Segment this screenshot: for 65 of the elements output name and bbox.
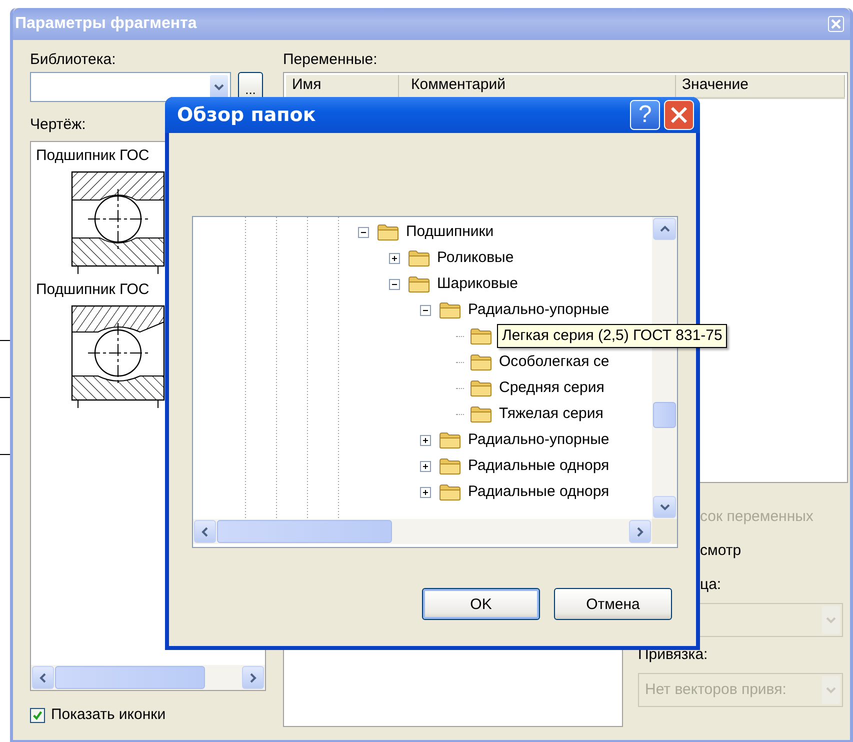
- expand-icon[interactable]: [420, 434, 430, 446]
- checkbox-label[interactable]: Показать иконки: [51, 705, 166, 725]
- folder-icon: [470, 354, 492, 370]
- folder-icon: [470, 328, 492, 344]
- chevron-left-icon: [38, 672, 48, 682]
- horizontal-scrollbar[interactable]: [193, 519, 652, 544]
- folder-icon: [408, 276, 430, 292]
- checkbox[interactable]: [30, 708, 45, 722]
- option-label: смотр: [700, 541, 742, 561]
- collapse-icon[interactable]: [358, 226, 368, 238]
- folder-icon: [470, 406, 492, 422]
- collapse-icon[interactable]: [420, 304, 430, 316]
- bearing-drawing[interactable]: [70, 304, 166, 408]
- expand-icon[interactable]: [388, 252, 400, 264]
- tree-item[interactable]: Радиально-упорные: [466, 300, 612, 320]
- option-label: ца:: [700, 575, 722, 595]
- folder-icon: [439, 302, 461, 318]
- chevron-right-icon: [635, 526, 645, 536]
- tree-item[interactable]: Роликовые: [435, 248, 516, 268]
- expand-icon[interactable]: [420, 460, 430, 472]
- variables-label: Переменные:: [283, 50, 378, 70]
- tree-item[interactable]: Легкая серия (2,5) ГОСТ 831-75: [497, 324, 728, 348]
- folder-icon: [377, 224, 399, 240]
- chevron-left-icon: [200, 526, 210, 536]
- chevron-right-icon: [248, 672, 258, 682]
- folder-icon: [408, 250, 430, 266]
- tree-item[interactable]: Подшипники: [404, 222, 496, 242]
- tree-item[interactable]: Особолегкая се: [497, 352, 612, 372]
- drawing-item[interactable]: Подшипник ГОС: [36, 280, 150, 300]
- folder-icon: [439, 432, 461, 448]
- scroll-up-button[interactable]: [653, 218, 676, 240]
- scrollbar-corner: [652, 519, 677, 544]
- tree-item[interactable]: Радиальные одноря: [466, 456, 612, 476]
- library-combo[interactable]: [30, 72, 231, 102]
- scroll-right-button[interactable]: [629, 520, 651, 543]
- window-title: Параметры фрагмента: [15, 15, 197, 33]
- tree-item[interactable]: Шариковые: [435, 274, 520, 294]
- expand-icon[interactable]: [420, 486, 430, 498]
- scrollbar-thumb[interactable]: [653, 402, 676, 428]
- folder-icon: [439, 458, 461, 474]
- folder-icon: [470, 380, 492, 396]
- scroll-left-button[interactable]: [194, 520, 216, 543]
- scroll-down-button[interactable]: [653, 496, 676, 518]
- tree-item[interactable]: Тяжелая серия: [497, 404, 606, 424]
- drawing-item[interactable]: Подшипник ГОС: [36, 146, 150, 166]
- cancel-button[interactable]: Отмена: [554, 588, 672, 620]
- library-label: Библиотека:: [30, 50, 116, 70]
- dialog-title: Обзор папок: [177, 104, 316, 126]
- drawing-label: Чертёж:: [30, 115, 86, 135]
- tree-item[interactable]: Радиально-упорные: [466, 430, 612, 450]
- collapse-icon[interactable]: [388, 278, 400, 290]
- scrollbar-thumb[interactable]: [55, 666, 205, 689]
- tree-item[interactable]: Средняя серия: [497, 378, 606, 398]
- ok-button[interactable]: OK: [422, 588, 540, 620]
- option-label: сок переменных: [700, 507, 814, 527]
- scrollbar-thumb[interactable]: [217, 520, 392, 543]
- folder-icon: [439, 484, 461, 500]
- chevron-down-icon: [660, 502, 670, 512]
- chevron-up-icon: [660, 224, 670, 234]
- bearing-drawing[interactable]: [70, 170, 166, 274]
- close-icon[interactable]: [664, 100, 694, 130]
- tree-item[interactable]: Радиальные одноря: [466, 482, 612, 502]
- scroll-right-button[interactable]: [242, 666, 264, 689]
- scroll-left-button[interactable]: [32, 666, 54, 689]
- horizontal-scrollbar[interactable]: [31, 665, 265, 690]
